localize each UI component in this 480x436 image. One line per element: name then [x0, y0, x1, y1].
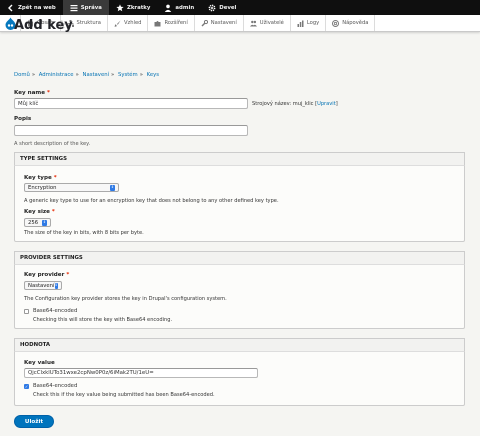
key-value-label: Key value — [24, 360, 55, 366]
breadcrumb-link[interactable]: Nastavení — [83, 72, 110, 78]
description-input[interactable] — [14, 125, 248, 136]
star-icon — [116, 3, 124, 12]
toolbar-back-to-site[interactable]: Zpět na web — [0, 0, 63, 15]
toolbar-item-label: Správa — [80, 4, 102, 11]
gear-icon — [208, 4, 216, 12]
admin-menu-label: Uživatelé — [259, 20, 284, 26]
admin-menu-configuration[interactable]: Nastavení — [193, 15, 243, 31]
toolbar-item-label: Zpět na web — [18, 4, 56, 11]
shortcut-star-icon[interactable]: ☆ — [57, 18, 67, 31]
admin-menu-appearance[interactable]: Vzhled — [106, 15, 148, 31]
admin-menu-label: Rozšíření — [164, 20, 188, 26]
toolbar-item-label: Zkratky — [126, 4, 151, 11]
admin-menu-help[interactable]: Nápověda — [325, 15, 376, 31]
toolbar-devel[interactable]: Devel — [201, 0, 243, 15]
puzzle-icon — [154, 20, 161, 27]
key-name-label: Key name * — [14, 90, 50, 96]
admin-menu-people[interactable]: Uživatelé — [242, 15, 290, 31]
admin-menu-label: Struktura — [76, 20, 101, 26]
help-icon — [332, 19, 340, 27]
brush-icon — [114, 20, 121, 27]
provider-base64-label: Base64-encoded — [33, 308, 78, 314]
key-name-input[interactable]: Můj klíč — [14, 98, 248, 109]
key-type-select[interactable]: Encryption ⇕ — [24, 183, 119, 192]
admin-menu-extend[interactable]: Rozšíření — [147, 15, 193, 31]
key-provider-help: The Configuration key provider stores th… — [24, 296, 227, 302]
admin-menu-label: Logy — [306, 20, 320, 26]
key-size-help: The size of the key in bits, with 8 bits… — [24, 230, 144, 236]
toolbar-shortcuts[interactable]: Zkratky — [109, 0, 157, 15]
provider-base64-help: Checking this will store the key with Ba… — [33, 317, 173, 323]
key-value-input[interactable]: QjcClxklUTo31wxe2cpNw0P0z/6iMak2TU/1eU= — [24, 368, 258, 378]
admin-menu-label: Vzhled — [123, 20, 142, 26]
provider-base64-checkbox[interactable] — [24, 309, 29, 314]
save-button[interactable]: Uložit — [14, 415, 54, 428]
key-type-help: A generic key type to use for an encrypt… — [24, 198, 279, 204]
toolbar-manage[interactable]: Správa — [62, 0, 109, 15]
breadcrumb-link[interactable]: Keys — [147, 72, 159, 78]
machine-name: Strojový název: muj_klic [Upravit] — [252, 101, 338, 107]
value-base64-checkbox[interactable]: ✓ — [24, 384, 29, 389]
breadcrumb-link[interactable]: Domů — [14, 72, 30, 78]
machine-name-edit-link[interactable]: Upravit — [317, 101, 336, 107]
people-icon — [249, 20, 257, 27]
key-size-label: Key size * — [24, 209, 55, 215]
key-size-select[interactable]: 256 ⇕ — [24, 218, 51, 227]
type-settings-legend: TYPE SETTINGS — [14, 152, 465, 166]
toolbar-user[interactable]: admin — [157, 0, 201, 15]
breadcrumb: Domů» Administrace» Nastavení» Systém» K… — [14, 72, 160, 78]
key-type-label: Key type * — [24, 175, 57, 181]
description-label: Popis — [14, 116, 32, 122]
value-legend: HODNOTA — [14, 338, 465, 352]
breadcrumb-link[interactable]: Systém — [118, 72, 138, 78]
description-help: A short description of the key. — [14, 141, 91, 147]
toolbar-item-label: Devel — [219, 4, 237, 11]
key-type-value: Encryption — [28, 184, 57, 191]
key-provider-select[interactable]: Nastavení ⇕ — [24, 281, 62, 290]
back-arrow-icon — [7, 4, 15, 12]
provider-settings-legend: PROVIDER SETTINGS — [14, 251, 465, 265]
top-toolbar: Zpět na web Správa Zkratky admin Devel — [0, 0, 480, 15]
key-size-value: 256 — [28, 219, 39, 226]
select-arrows-icon: ⇕ — [110, 184, 115, 191]
key-provider-label: Key provider * — [24, 272, 70, 278]
admin-menu-label: Nastavení — [210, 20, 237, 26]
admin-menu-label: Nápověda — [342, 20, 369, 26]
select-arrows-icon: ⇕ — [54, 282, 58, 289]
value-base64-label: Base64-encoded — [33, 383, 78, 389]
user-icon — [164, 4, 172, 12]
wrench-icon — [201, 19, 208, 27]
chart-icon — [297, 20, 304, 27]
select-arrows-icon: ⇕ — [42, 219, 47, 226]
menu-icon — [70, 4, 78, 12]
key-provider-value: Nastavení — [28, 282, 55, 289]
toolbar-item-label: admin — [175, 4, 195, 11]
breadcrumb-link[interactable]: Administrace — [39, 72, 74, 78]
admin-menu-reports[interactable]: Logy — [289, 15, 325, 31]
value-base64-help: Check this if the key value being submit… — [33, 392, 215, 398]
